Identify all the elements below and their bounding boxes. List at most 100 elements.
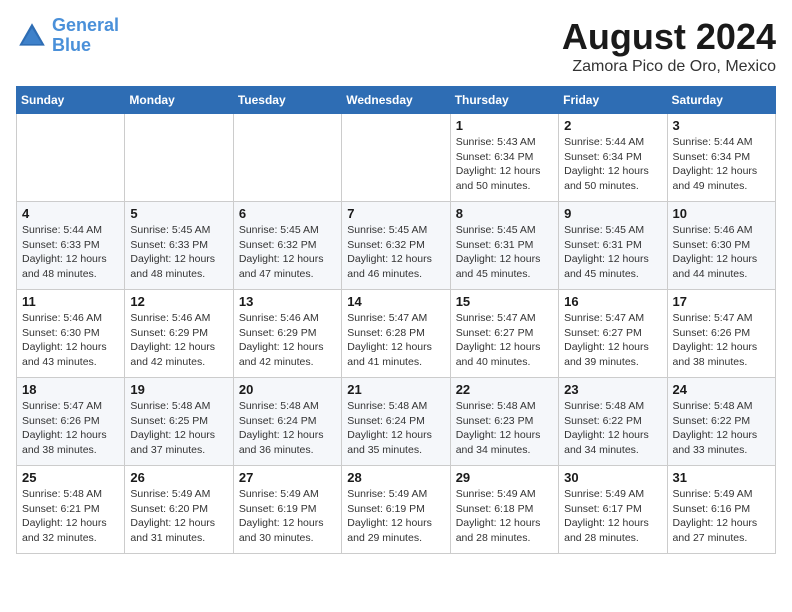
day-cell: 16 Sunrise: 5:47 AMSunset: 6:27 PMDayligh… (559, 290, 667, 378)
day-cell: 22 Sunrise: 5:48 AMSunset: 6:23 PMDayligh… (450, 378, 558, 466)
week-row-2: 4 Sunrise: 5:44 AMSunset: 6:33 PMDaylight… (17, 202, 776, 290)
week-row-4: 18Sunrise: 5:47 AMSunset: 6:26 PMDayligh… (17, 378, 776, 466)
day-cell: 26 Sunrise: 5:49 AMSunset: 6:20 PMDayligh… (125, 466, 233, 554)
location: Zamora Pico de Oro, Mexico (562, 58, 776, 76)
day-number: 17 (673, 294, 770, 309)
logo-line1: General (52, 15, 119, 35)
day-cell: 21Sunrise: 5:48 AMSunset: 6:24 PMDayligh… (342, 378, 450, 466)
day-cell: 24Sunrise: 5:48 AMSunset: 6:22 PMDayligh… (667, 378, 775, 466)
day-info: Sunrise: 5:45 AMSunset: 6:33 PMDaylight:… (130, 223, 227, 282)
calendar-table: SundayMondayTuesdayWednesdayThursdayFrid… (16, 86, 776, 554)
day-cell: 8Sunrise: 5:45 AMSunset: 6:31 PMDaylight… (450, 202, 558, 290)
day-info: Sunrise: 5:47 AMSunset: 6:26 PMDaylight:… (673, 311, 770, 370)
day-info: Sunrise: 5:49 AMSunset: 6:17 PMDaylight:… (564, 487, 661, 546)
day-cell: 1 Sunrise: 5:43 AMSunset: 6:34 PMDaylight… (450, 114, 558, 202)
day-cell: 4 Sunrise: 5:44 AMSunset: 6:33 PMDaylight… (17, 202, 125, 290)
day-cell: 31 Sunrise: 5:49 AMSunset: 6:16 PMDayligh… (667, 466, 775, 554)
day-number: 19 (130, 382, 227, 397)
logo-icon (16, 20, 48, 52)
day-info: Sunrise: 5:48 AMSunset: 6:22 PMDaylight:… (564, 399, 661, 458)
day-info: Sunrise: 5:47 AMSunset: 6:28 PMDaylight:… (347, 311, 444, 370)
day-number: 22 (456, 382, 553, 397)
day-cell: 13 Sunrise: 5:46 AMSunset: 6:29 PMDayligh… (233, 290, 341, 378)
day-info: Sunrise: 5:48 AMSunset: 6:24 PMDaylight:… (239, 399, 336, 458)
day-info: Sunrise: 5:48 AMSunset: 6:21 PMDaylight:… (22, 487, 119, 546)
day-cell: 5 Sunrise: 5:45 AMSunset: 6:33 PMDaylight… (125, 202, 233, 290)
day-header-wednesday: Wednesday (342, 87, 450, 114)
day-info: Sunrise: 5:49 AMSunset: 6:20 PMDaylight:… (130, 487, 227, 546)
day-cell: 28 Sunrise: 5:49 AMSunset: 6:19 PMDayligh… (342, 466, 450, 554)
day-cell (17, 114, 125, 202)
day-cell: 29 Sunrise: 5:49 AMSunset: 6:18 PMDayligh… (450, 466, 558, 554)
day-info: Sunrise: 5:44 AMSunset: 6:34 PMDaylight:… (673, 135, 770, 194)
day-info: Sunrise: 5:45 AMSunset: 6:31 PMDaylight:… (456, 223, 553, 282)
day-number: 29 (456, 470, 553, 485)
day-info: Sunrise: 5:45 AMSunset: 6:32 PMDaylight:… (239, 223, 336, 282)
day-number: 21 (347, 382, 444, 397)
day-number: 6 (239, 206, 336, 221)
day-cell: 27Sunrise: 5:49 AMSunset: 6:19 PMDayligh… (233, 466, 341, 554)
day-info: Sunrise: 5:44 AMSunset: 6:34 PMDaylight:… (564, 135, 661, 194)
day-cell: 12 Sunrise: 5:46 AMSunset: 6:29 PMDayligh… (125, 290, 233, 378)
day-number: 13 (239, 294, 336, 309)
day-number: 12 (130, 294, 227, 309)
week-row-1: 1 Sunrise: 5:43 AMSunset: 6:34 PMDaylight… (17, 114, 776, 202)
day-number: 14 (347, 294, 444, 309)
day-number: 26 (130, 470, 227, 485)
day-number: 9 (564, 206, 661, 221)
day-cell (233, 114, 341, 202)
day-header-saturday: Saturday (667, 87, 775, 114)
day-info: Sunrise: 5:46 AMSunset: 6:30 PMDaylight:… (673, 223, 770, 282)
day-number: 3 (673, 118, 770, 133)
day-info: Sunrise: 5:46 AMSunset: 6:29 PMDaylight:… (130, 311, 227, 370)
day-cell: 3 Sunrise: 5:44 AMSunset: 6:34 PMDaylight… (667, 114, 775, 202)
day-cell: 6 Sunrise: 5:45 AMSunset: 6:32 PMDaylight… (233, 202, 341, 290)
day-info: Sunrise: 5:48 AMSunset: 6:23 PMDaylight:… (456, 399, 553, 458)
day-cell: 2 Sunrise: 5:44 AMSunset: 6:34 PMDaylight… (559, 114, 667, 202)
day-number: 31 (673, 470, 770, 485)
day-info: Sunrise: 5:46 AMSunset: 6:30 PMDaylight:… (22, 311, 119, 370)
day-number: 25 (22, 470, 119, 485)
day-number: 4 (22, 206, 119, 221)
day-cell: 10Sunrise: 5:46 AMSunset: 6:30 PMDayligh… (667, 202, 775, 290)
day-info: Sunrise: 5:47 AMSunset: 6:26 PMDaylight:… (22, 399, 119, 458)
day-info: Sunrise: 5:43 AMSunset: 6:34 PMDaylight:… (456, 135, 553, 194)
day-number: 1 (456, 118, 553, 133)
day-number: 2 (564, 118, 661, 133)
day-number: 5 (130, 206, 227, 221)
logo-line2: Blue (52, 35, 91, 55)
day-cell: 14 Sunrise: 5:47 AMSunset: 6:28 PMDayligh… (342, 290, 450, 378)
day-info: Sunrise: 5:49 AMSunset: 6:18 PMDaylight:… (456, 487, 553, 546)
day-number: 28 (347, 470, 444, 485)
week-row-3: 11Sunrise: 5:46 AMSunset: 6:30 PMDayligh… (17, 290, 776, 378)
logo: General Blue (16, 16, 119, 56)
day-header-friday: Friday (559, 87, 667, 114)
day-cell: 11Sunrise: 5:46 AMSunset: 6:30 PMDayligh… (17, 290, 125, 378)
day-cell: 19 Sunrise: 5:48 AMSunset: 6:25 PMDayligh… (125, 378, 233, 466)
day-cell: 7Sunrise: 5:45 AMSunset: 6:32 PMDaylight… (342, 202, 450, 290)
day-cell: 20 Sunrise: 5:48 AMSunset: 6:24 PMDayligh… (233, 378, 341, 466)
week-row-5: 25 Sunrise: 5:48 AMSunset: 6:21 PMDayligh… (17, 466, 776, 554)
day-number: 27 (239, 470, 336, 485)
day-header-sunday: Sunday (17, 87, 125, 114)
month-title: August 2024 (562, 16, 776, 58)
day-info: Sunrise: 5:48 AMSunset: 6:22 PMDaylight:… (673, 399, 770, 458)
day-cell: 17 Sunrise: 5:47 AMSunset: 6:26 PMDayligh… (667, 290, 775, 378)
day-header-monday: Monday (125, 87, 233, 114)
day-info: Sunrise: 5:48 AMSunset: 6:25 PMDaylight:… (130, 399, 227, 458)
day-info: Sunrise: 5:44 AMSunset: 6:33 PMDaylight:… (22, 223, 119, 282)
day-cell (342, 114, 450, 202)
day-info: Sunrise: 5:49 AMSunset: 6:19 PMDaylight:… (347, 487, 444, 546)
title-block: August 2024 Zamora Pico de Oro, Mexico (562, 16, 776, 76)
day-header-row: SundayMondayTuesdayWednesdayThursdayFrid… (17, 87, 776, 114)
day-number: 15 (456, 294, 553, 309)
day-number: 30 (564, 470, 661, 485)
day-number: 23 (564, 382, 661, 397)
day-info: Sunrise: 5:47 AMSunset: 6:27 PMDaylight:… (564, 311, 661, 370)
day-info: Sunrise: 5:46 AMSunset: 6:29 PMDaylight:… (239, 311, 336, 370)
day-header-thursday: Thursday (450, 87, 558, 114)
day-info: Sunrise: 5:45 AMSunset: 6:31 PMDaylight:… (564, 223, 661, 282)
day-info: Sunrise: 5:49 AMSunset: 6:16 PMDaylight:… (673, 487, 770, 546)
day-number: 20 (239, 382, 336, 397)
day-number: 16 (564, 294, 661, 309)
